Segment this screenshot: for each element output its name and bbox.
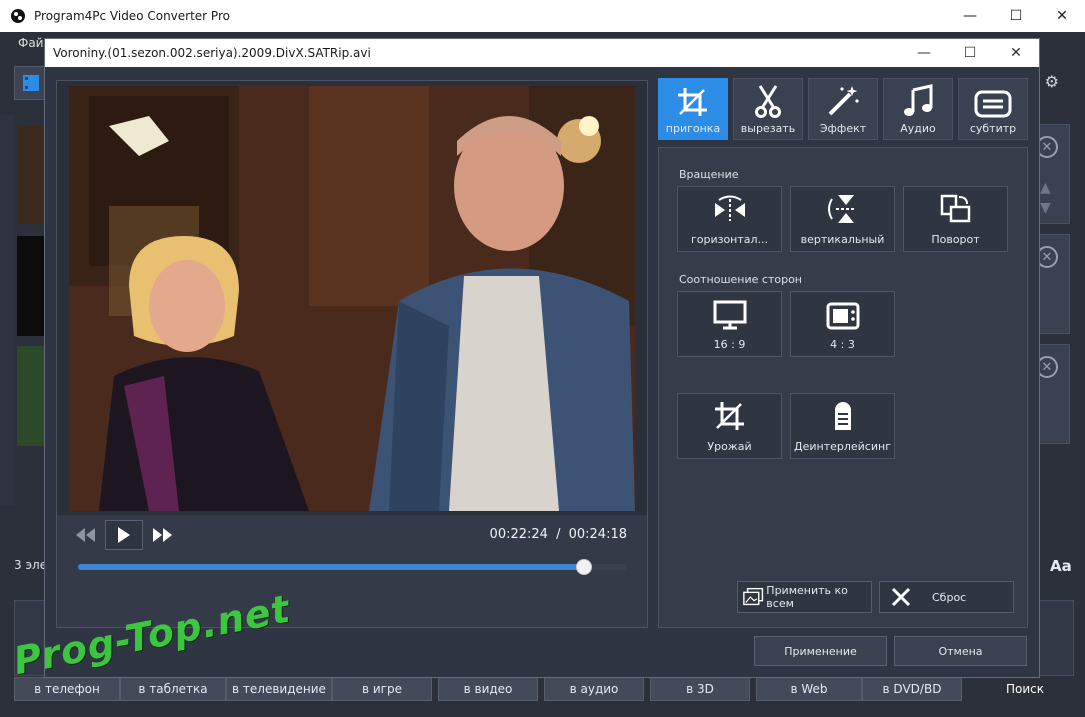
file-thumbnail[interactable] [17,126,44,224]
crop-icon [678,88,707,116]
flip-horizontal-icon [714,195,745,221]
tab-label: субтитр [969,122,1017,135]
seek-handle[interactable] [576,559,593,575]
tab-label: пригонка [665,122,721,135]
fast-forward-icon[interactable] [153,528,173,542]
video-frame-image [69,86,635,511]
flip-vertical-icon [827,195,856,223]
timecode: 00:22:24 / 00:24:18 [490,527,627,542]
aspect-4-3-button[interactable]: 4 : 3 [790,291,895,357]
aspect-16-9-button[interactable]: 16 : 9 [677,291,782,357]
dialog-title: Voroniny.(01.sezon.002.seriya).2009.DivX… [53,46,371,60]
app-title-bar: Program4Pc Video Converter Pro — ☐ ✕ [0,0,1085,32]
seek-bar[interactable] [78,559,627,575]
tab-cut[interactable]: вырезать [733,78,803,140]
dest-tv[interactable]: в телевидение [226,677,332,701]
rotation-heading: Вращение [679,168,739,181]
apply-button[interactable]: Применение [754,636,887,666]
dest-dvd[interactable]: в DVD/BD [862,677,962,701]
app-logo-icon [11,9,25,23]
apply-all-button[interactable]: Применить ко всем [737,581,872,613]
close-icon[interactable]: ✕ [993,39,1039,67]
tool-label: Деинтерлейсинг [794,440,891,453]
tool-label: 4 : 3 [830,338,855,351]
player-controls: 00:22:24 / 00:24:18 [57,515,647,627]
video-preview: 00:22:24 / 00:24:18 [56,80,648,628]
cancel-button[interactable]: Отмена [894,636,1027,666]
time-separator: / [556,527,561,542]
tab-audio[interactable]: Аудио [883,78,953,140]
reset-label: Сброс [932,590,967,604]
maximize-icon[interactable]: ☐ [993,0,1039,32]
dest-tablet[interactable]: в таблетка [120,677,226,701]
music-note-icon [904,84,933,116]
tv-icon [826,302,859,330]
dest-audio[interactable]: в аудио [544,677,644,701]
move-up-down-icon[interactable]: ▲ ▼ [1040,178,1051,218]
seek-bar-fill [78,564,585,570]
subtitle-icon [974,90,1012,118]
tab-fit[interactable]: пригонка [658,78,728,140]
crop-icon [714,402,744,430]
search-button[interactable]: Поиск [980,676,1070,702]
x-icon [891,587,911,607]
file-thumbnail[interactable] [17,236,44,336]
file-thumbnail[interactable] [17,346,44,446]
deinterlace-button[interactable]: Деинтерлейсинг [790,393,895,459]
play-button[interactable] [105,520,143,550]
tool-label: горизонтал... [690,233,769,246]
add-video-button[interactable] [14,66,48,100]
crop-button[interactable]: Урожай [677,393,782,459]
tab-subtitle[interactable]: субтитр [958,78,1028,140]
items-count: 3 эле [14,558,48,572]
fit-panel: Вращение горизонтал... вертикальный Пово… [658,147,1028,628]
maximize-icon[interactable]: ☐ [947,39,993,67]
settings-icon[interactable]: ⚙ [1045,72,1059,91]
dest-video[interactable]: в видео [438,677,538,701]
minimize-icon[interactable]: — [947,0,993,32]
dest-game[interactable]: в игре [332,677,432,701]
tool-label: вертикальный [800,233,885,246]
rotate-button[interactable]: Поворот [903,186,1008,252]
font-settings-button[interactable]: Aa [1050,557,1072,575]
flip-vertical-button[interactable]: вертикальный [790,186,895,252]
app-title: Program4Pc Video Converter Pro [34,9,230,23]
monitor-icon [713,300,746,330]
scissors-icon [755,85,781,118]
rotate-icon [940,194,970,223]
deinterlace-icon [834,402,851,430]
video-frame[interactable] [69,86,635,511]
dialog-title-bar: Voroniny.(01.sezon.002.seriya).2009.DivX… [45,39,1039,67]
total-time: 00:24:18 [568,527,627,542]
dest-3d[interactable]: в 3D [650,677,750,701]
tool-label: Урожай [707,440,752,453]
tab-label: вырезать [740,122,796,135]
edit-dialog: Voroniny.(01.sezon.002.seriya).2009.DivX… [44,38,1040,678]
dest-web[interactable]: в Web [756,677,862,701]
aspect-heading: Соотношение сторон [679,273,802,286]
rewind-icon[interactable] [76,528,96,542]
file-list-panel [0,115,14,505]
apply-all-label: Применить ко всем [766,584,848,610]
tab-label: Аудио [900,122,936,135]
flip-horizontal-button[interactable]: горизонтал... [677,186,782,252]
current-time: 00:22:24 [489,527,548,542]
tab-label: Эффект [819,122,867,135]
close-icon[interactable]: ✕ [1039,0,1085,32]
film-icon [23,75,39,91]
images-icon [743,587,764,606]
magic-wand-icon [828,86,859,116]
tool-label: 16 : 9 [713,338,746,351]
play-icon [118,527,130,543]
tool-label: Поворот [931,233,980,246]
minimize-icon[interactable]: — [901,39,947,67]
tab-effect[interactable]: Эффект [808,78,878,140]
reset-button[interactable]: Сброс [879,581,1014,613]
